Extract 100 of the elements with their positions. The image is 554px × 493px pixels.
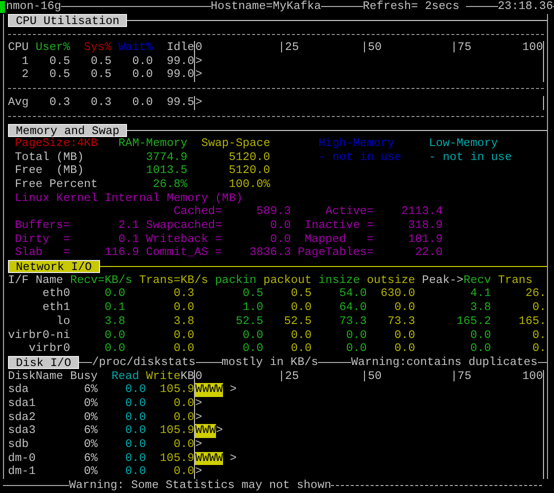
column-header: Recv=KB/s: [70, 274, 132, 288]
table-cell-text: 0.0: [290, 328, 312, 342]
column-header: I/F Name: [8, 274, 64, 288]
table-cell-text: 64.0: [338, 301, 367, 315]
interface-name: eth1: [42, 301, 70, 315]
column-header: Idle: [166, 41, 194, 55]
table-cell-text: 1: [20, 54, 29, 68]
page-size-label: PageSize:4KB: [14, 136, 99, 151]
table-cell-text: 0.0: [345, 328, 367, 342]
table-cell-text: 52.5: [234, 314, 264, 328]
table-cell-text: 1.0: [242, 301, 264, 315]
table-cell-text: 0.0: [242, 328, 264, 342]
metric-label: Dirty =: [14, 232, 70, 246]
table-cell-text: 52.5: [283, 314, 312, 328]
scale-label: 100: [522, 370, 543, 384]
column-header: Wait%: [117, 41, 153, 55]
section-note: /proc/diskstats: [92, 356, 196, 370]
column-header: outsize: [366, 274, 416, 288]
metric-value: 2113.4: [400, 205, 443, 219]
scale-label: |50: [360, 41, 383, 55]
table-cell-text: 6%: [82, 383, 98, 397]
table-cell-text: 0.1: [104, 301, 126, 315]
column-header: CPU: [8, 41, 29, 55]
table-cell-text: 0.0: [172, 342, 194, 356]
table-cell-text: 0.0: [345, 342, 367, 356]
interface-name: virbr0: [28, 342, 70, 356]
bar-marker: >: [195, 396, 202, 411]
column-header: RAM-Memory: [118, 136, 188, 151]
table-cell-text: 0.0: [290, 342, 312, 356]
warning-message: Warning: Some Statistics may not shown: [69, 479, 332, 493]
table-cell-text: 0.5: [290, 287, 312, 302]
table-cell-text: 0.0: [131, 68, 153, 82]
table-cell-text: 73.3: [338, 314, 367, 328]
bar-marker: >: [216, 424, 223, 438]
interface-name: virbr0-ni: [8, 328, 70, 342]
table-cell-text: 0%: [82, 396, 98, 411]
table-cell-text: 0.0: [469, 342, 492, 356]
table-cell-text: 165.2: [456, 314, 492, 328]
metric-label: Inactive =: [304, 219, 374, 233]
write-marks: WWW: [195, 424, 216, 438]
metric-label: PageTables=: [298, 246, 374, 260]
disk-name: sda3: [8, 424, 37, 438]
table-cell-text: 0.0: [124, 452, 146, 466]
table-cell-text: 0.0: [172, 301, 194, 315]
table-cell-text: 100.0%: [228, 178, 270, 192]
column-header: Sys%: [82, 41, 112, 55]
cursor-icon: [0, 0, 5, 13]
bar-marker: >: [195, 96, 202, 110]
row-label: Free (MB): [14, 164, 85, 178]
scale-label: |50: [360, 370, 383, 384]
table-cell-text: 6%: [82, 452, 98, 466]
table-cell: - not in use: [428, 150, 512, 164]
column-header: High-Memory: [318, 136, 396, 151]
disk-name: dm-0: [8, 452, 37, 466]
section-note: Warning:contains duplicates: [351, 356, 538, 370]
table-cell-text: 1013.5: [144, 164, 188, 178]
scale-label: |25: [278, 370, 300, 384]
bar-marker: >: [195, 438, 202, 452]
table-cell-text: 3.8: [469, 301, 492, 315]
table-cell-text: 3.8: [104, 314, 126, 328]
disk-name: sda1: [8, 396, 37, 411]
bar-marker: >: [230, 452, 237, 466]
table-cell-text: 0.0: [131, 54, 153, 68]
table-cell-text: 0.0: [172, 465, 194, 480]
section-note: mostly in KB/s: [222, 356, 318, 370]
table-cell-text: 0.0: [104, 342, 126, 356]
clock-time: 23:18.36: [498, 0, 553, 14]
table-cell-text: 0.0: [124, 410, 146, 424]
scale-label: 100: [522, 41, 543, 55]
table-cell-text: 0.0: [172, 438, 194, 452]
column-header: Read: [112, 370, 140, 384]
table-cell-text: 0%: [82, 438, 98, 452]
interface-name: eth0: [42, 287, 70, 302]
metric-label: Mapped =: [304, 232, 374, 246]
peak-label: Peak->: [422, 274, 464, 288]
scale-label: |25: [278, 41, 300, 55]
table-cell-text: 0.0: [172, 328, 194, 342]
metric-value: 589.3: [255, 205, 291, 219]
disk-name: sdb: [8, 438, 30, 452]
table-cell-text: 0.0: [242, 342, 264, 356]
table-cell-text: 0.3: [48, 96, 70, 110]
metric-value: 3836.3: [248, 246, 291, 260]
table-cell-text: 3.8: [172, 314, 194, 328]
interface-name: lo: [55, 314, 70, 328]
table-cell-text: 0.0: [124, 424, 146, 438]
metric-label: Writeback =: [146, 232, 222, 246]
table-cell-text: 105.9: [158, 383, 194, 397]
table-cell-text: 2: [20, 68, 29, 82]
metric-value: 2.1: [117, 219, 140, 233]
table-cell-text: 0.5: [90, 68, 112, 82]
table-cell-text: 6%: [82, 424, 98, 438]
table-cell-text: 0.0: [469, 328, 492, 342]
table-cell-text: 165.: [518, 314, 546, 328]
column-header: packout: [263, 274, 312, 288]
scale-label: 0: [195, 370, 204, 384]
column-header: packin: [215, 274, 256, 288]
table-cell-text: 99.0: [166, 54, 194, 68]
column-header: DiskName: [8, 370, 64, 384]
table-cell-text: 99.5: [166, 96, 194, 110]
metric-value: 0.0: [269, 219, 291, 233]
